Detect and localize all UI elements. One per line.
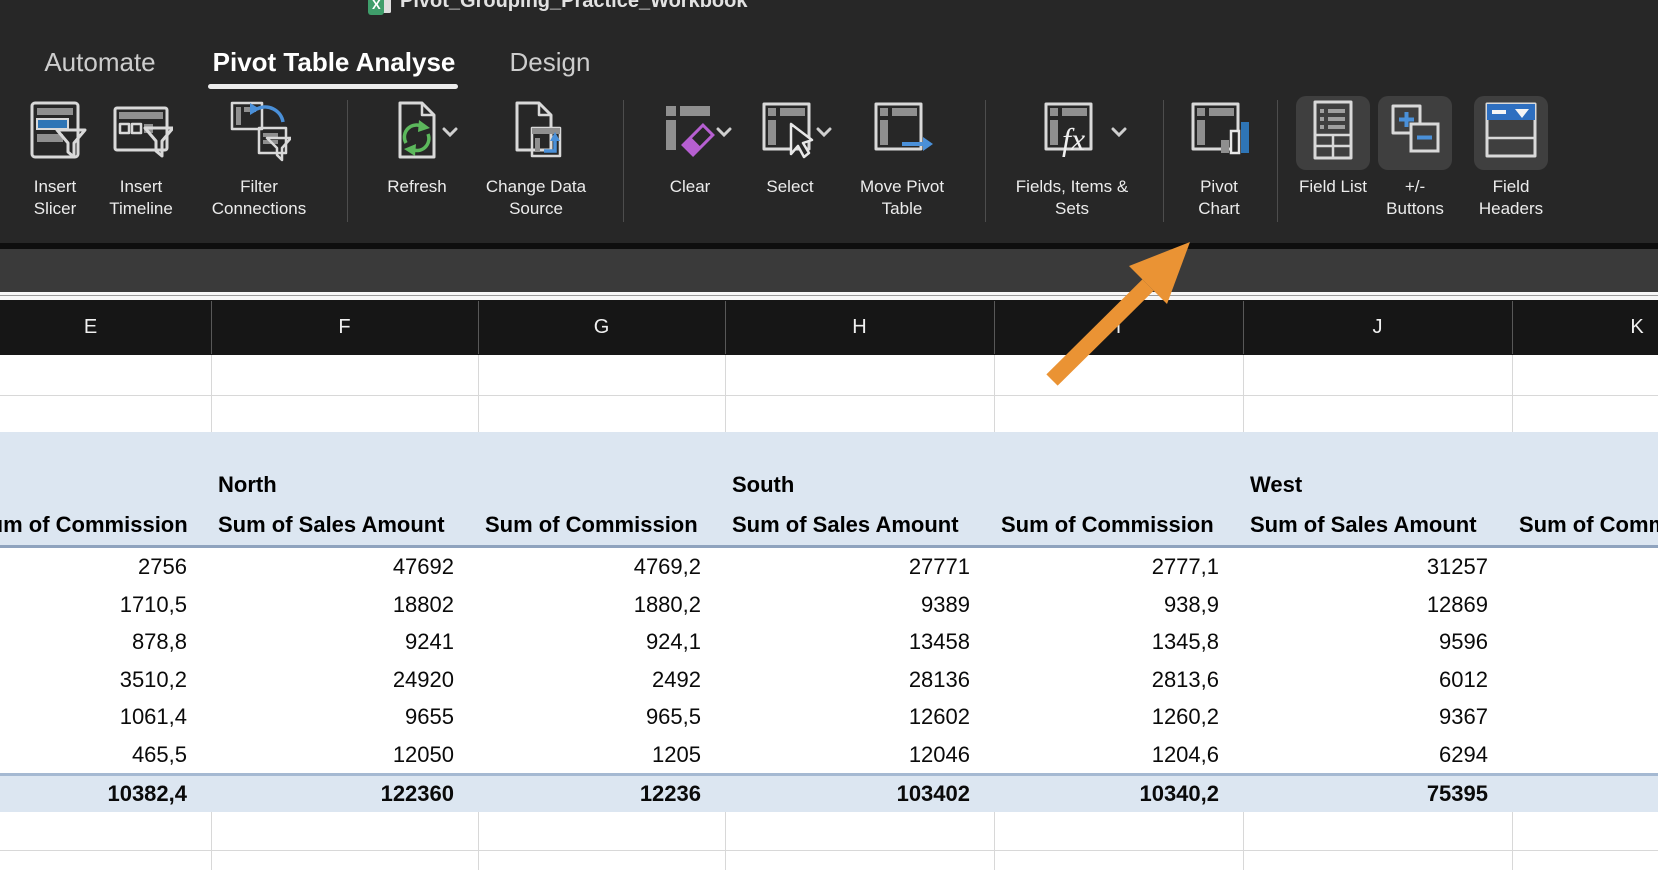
pivot-value-cell[interactable]: 12869: [1243, 586, 1488, 624]
pivot-value-cell[interactable]: 1061,4: [0, 698, 187, 736]
pivot-value-cell[interactable]: 24920: [211, 661, 454, 699]
gridline-horizontal: [0, 395, 1658, 396]
column-header-i[interactable]: I: [994, 300, 1243, 355]
pivot-value-cell[interactable]: 924,1: [478, 623, 701, 661]
pivot-region-label[interactable]: South: [732, 470, 794, 500]
pivot-value-cell[interactable]: 9655: [211, 698, 454, 736]
gridline-vertical: [725, 812, 726, 870]
gridline-vertical: [994, 812, 995, 870]
column-header-k[interactable]: K: [1512, 300, 1658, 355]
pivot-value-cell[interactable]: 1880,2: [478, 586, 701, 624]
pivot-value-cell[interactable]: 9367: [1243, 698, 1488, 736]
pivot-value-cell[interactable]: 12050: [211, 736, 454, 774]
gridline-vertical: [725, 355, 726, 432]
column-header-e[interactable]: E: [0, 300, 211, 355]
gridline-vertical: [478, 812, 479, 870]
pivot-value-cell[interactable]: 6294: [1243, 736, 1488, 774]
gridline-vertical: [994, 355, 995, 432]
column-header-separator: [478, 301, 479, 354]
pivot-value-cell[interactable]: 938,9: [994, 586, 1219, 624]
pivot-field-header[interactable]: Sum of Commission: [1001, 508, 1214, 542]
pivot-value-cell[interactable]: 27771: [725, 548, 970, 586]
pivot-total-cell[interactable]: 75395: [1243, 776, 1488, 812]
pivot-total-cell[interactable]: 12236: [478, 776, 701, 812]
pivot-value-cell[interactable]: 18802: [211, 586, 454, 624]
column-header-separator: [1512, 301, 1513, 354]
pivot-total-cell[interactable]: 10382,4: [0, 776, 187, 812]
pivot-region-label[interactable]: North: [218, 470, 277, 500]
pivot-region-label[interactable]: West: [1250, 470, 1302, 500]
pivot-value-cell[interactable]: 31257: [1243, 548, 1488, 586]
pivot-value-cell[interactable]: 6012: [1243, 661, 1488, 699]
pivot-value-cell[interactable]: 9389: [725, 586, 970, 624]
pivot-value-cell[interactable]: 1710,5: [0, 586, 187, 624]
column-header-j[interactable]: J: [1243, 300, 1512, 355]
pivot-field-header[interactable]: Sum of Sales Amount: [732, 508, 959, 542]
column-header-separator: [725, 301, 726, 354]
pivot-total-cell[interactable]: 103402: [725, 776, 970, 812]
pivot-field-header[interactable]: Sum of Commission: [0, 508, 188, 542]
column-header-g[interactable]: G: [478, 300, 725, 355]
column-header-separator: [1243, 301, 1244, 354]
pivot-value-cell[interactable]: 878,8: [0, 623, 187, 661]
pivot-value-cell[interactable]: 9596: [1243, 623, 1488, 661]
gridline-vertical: [478, 355, 479, 432]
pivot-value-cell[interactable]: 465,5: [0, 736, 187, 774]
pivot-field-header[interactable]: Sum of Commission: [485, 508, 698, 542]
gridline-vertical: [1512, 355, 1513, 432]
pivot-value-cell[interactable]: 1260,2: [994, 698, 1219, 736]
pivot-value-cell[interactable]: 2756: [0, 548, 187, 586]
pivot-total-cell[interactable]: 10340,2: [994, 776, 1219, 812]
pivot-field-header[interactable]: Sum of Sales Amount: [218, 508, 445, 542]
pivot-field-header[interactable]: Sum of Commission: [1519, 508, 1658, 542]
pivot-value-cell[interactable]: 2813,6: [994, 661, 1219, 699]
gridline-vertical: [211, 812, 212, 870]
pivot-field-header[interactable]: Sum of Sales Amount: [1250, 508, 1477, 542]
column-header-separator: [994, 301, 995, 354]
gridline-vertical: [211, 355, 212, 432]
column-header-f[interactable]: F: [211, 300, 478, 355]
pivot-value-cell[interactable]: 2492: [478, 661, 701, 699]
pivot-value-cell[interactable]: 1345,8: [994, 623, 1219, 661]
pivot-value-cell[interactable]: 13458: [725, 623, 970, 661]
excel-window: X Pivot_Grouping_Practice_Workbook Autom…: [0, 0, 1658, 870]
pivot-value-cell[interactable]: 12046: [725, 736, 970, 774]
pivot-value-cell[interactable]: 4769,2: [478, 548, 701, 586]
pivot-value-cell[interactable]: 1205: [478, 736, 701, 774]
pivot-value-cell[interactable]: 47692: [211, 548, 454, 586]
column-header-h[interactable]: H: [725, 300, 994, 355]
pivot-value-cell[interactable]: 1204,6: [994, 736, 1219, 774]
pivot-value-cell[interactable]: 9241: [211, 623, 454, 661]
column-header-separator: [211, 301, 212, 354]
gridline-horizontal: [0, 850, 1658, 851]
spreadsheet-grid: EFGHIJK North South West Sum of Commission Su…: [0, 0, 1658, 870]
gridline-vertical: [1512, 812, 1513, 870]
pivot-value-cell[interactable]: 965,5: [478, 698, 701, 736]
pivot-value-cell[interactable]: 28136: [725, 661, 970, 699]
gridline-vertical: [1243, 812, 1244, 870]
pivot-value-cell[interactable]: 12602: [725, 698, 970, 736]
pivot-value-cell[interactable]: 3510,2: [0, 661, 187, 699]
pivot-total-cell[interactable]: 122360: [211, 776, 454, 812]
gridline-vertical: [1243, 355, 1244, 432]
pivot-value-cell[interactable]: 2777,1: [994, 548, 1219, 586]
